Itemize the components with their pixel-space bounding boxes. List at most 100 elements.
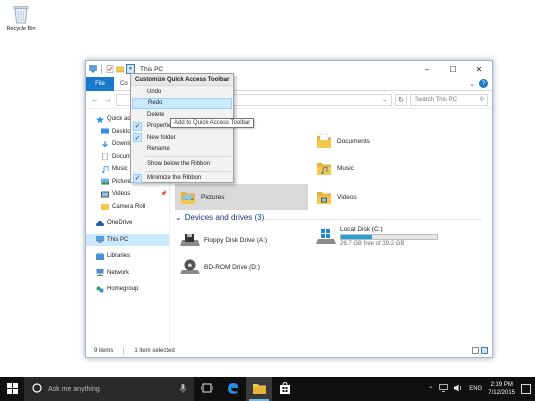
menu-item-label: Redo — [148, 100, 163, 107]
menu-item-label: Rename — [147, 146, 170, 153]
status-selected: 1 item selected — [134, 347, 175, 354]
desktop-icon — [101, 128, 109, 135]
recycle-bin-desktop-icon[interactable]: Recycle Bin — [4, 4, 38, 32]
download-arrow-icon — [101, 140, 109, 148]
cortana-circle-icon — [32, 383, 42, 395]
qat-menu-item-redo[interactable]: Redo — [132, 97, 232, 109]
forward-arrow-icon[interactable]: → — [103, 95, 113, 104]
nav-item-label: OneDrive — [107, 220, 133, 227]
tab-file[interactable]: File — [86, 76, 114, 91]
qat-menu-item-new-folder[interactable]: ✓ New folder — [131, 132, 233, 144]
taskbar-file-explorer-button[interactable] — [246, 377, 272, 401]
drive-label: Floppy Disk Drive (A:) — [204, 236, 268, 244]
taskbar: Ask me anything ⌃ ENG 2:19 PM 7/12/2015 — [0, 377, 535, 401]
action-center-icon[interactable] — [521, 384, 531, 394]
nav-item-camera-roll[interactable]: Camera Roll — [86, 201, 169, 214]
network-tray-icon[interactable] — [439, 384, 449, 394]
pin-icon: 📌 — [160, 191, 167, 198]
window-controls: – ☐ ✕ — [414, 61, 492, 77]
recycle-bin-icon — [12, 4, 30, 24]
refresh-button[interactable]: ↻ — [395, 93, 407, 106]
task-view-button[interactable] — [194, 377, 220, 401]
help-icon[interactable]: ? — [479, 79, 488, 88]
qat-menu-item-rename[interactable]: Rename — [131, 144, 233, 156]
computer-icon — [89, 65, 97, 73]
windows-drive-icon — [316, 228, 336, 245]
qat-menu-item-undo[interactable]: Undo — [131, 86, 233, 98]
computer-icon — [96, 236, 104, 243]
ribbon-right-controls: ⌄ ? — [469, 79, 488, 88]
properties-icon[interactable] — [106, 65, 114, 73]
drive-bd-rom[interactable]: BD BD-ROM Drive (D:) — [180, 259, 260, 275]
menu-separator — [145, 170, 231, 172]
start-button[interactable] — [0, 377, 24, 401]
nav-item-label: Network — [107, 269, 130, 276]
view-buttons — [472, 347, 488, 354]
system-tray: ⌃ ENG 2:19 PM 7/12/2015 — [428, 377, 535, 401]
menu-item-label: Delete — [147, 111, 165, 118]
minimize-button[interactable]: – — [414, 61, 440, 77]
bd-rom-drive-icon: BD — [180, 259, 200, 275]
folder-music[interactable]: Music — [312, 156, 442, 180]
homegroup-icon — [96, 286, 104, 293]
drive-floppy[interactable]: Floppy Disk Drive (A:) — [180, 232, 267, 248]
clock-time: 2:19 PM — [490, 382, 513, 388]
nav-item-libraries[interactable]: Libraries — [86, 250, 169, 263]
menu-item-label: Show below the Ribbon — [147, 160, 211, 167]
tiles-view-icon[interactable] — [481, 347, 488, 354]
edge-icon — [227, 382, 239, 396]
expand-ribbon-chevron-icon[interactable]: ⌄ — [469, 80, 475, 88]
volume-icon[interactable] — [454, 384, 463, 394]
folder-pictures[interactable]: Pictures — [175, 184, 308, 210]
devices-header-label: Devices and drives (3) — [184, 213, 265, 222]
documents-folder-icon — [317, 133, 331, 149]
nav-item-this-pc[interactable]: This PC — [86, 233, 169, 246]
qat-separator — [101, 64, 102, 74]
taskbar-edge-button[interactable] — [220, 377, 246, 401]
videos-folder-icon — [317, 189, 331, 205]
drive-local-c[interactable]: Local Disk (C:) 26.7 GB free of 39.2 GB — [316, 226, 438, 247]
qat-menu-item-show-below-ribbon[interactable]: Show below the Ribbon — [131, 158, 233, 170]
input-language[interactable]: ENG — [469, 386, 482, 392]
maximize-button[interactable]: ☐ — [440, 61, 466, 77]
folder-documents[interactable]: Documents — [312, 129, 442, 153]
picture-icon — [101, 178, 109, 185]
tooltip: Add to Quick Access Toolbar — [170, 118, 255, 128]
checkmark-icon: ✓ — [133, 121, 142, 131]
nav-item-homegroup[interactable]: Homegroup — [86, 283, 169, 296]
status-item-count: 9 items — [94, 347, 114, 354]
libraries-icon — [96, 252, 104, 260]
search-icon: ⚲ — [479, 97, 484, 103]
microphone-icon[interactable] — [180, 383, 186, 395]
back-arrow-icon[interactable]: ← — [90, 95, 100, 104]
nav-item-onedrive[interactable]: OneDrive — [86, 217, 169, 230]
nav-item-network[interactable]: Network — [86, 267, 169, 280]
taskbar-search-box[interactable]: Ask me anything — [24, 377, 194, 401]
nav-item-label: Videos — [112, 191, 131, 198]
new-folder-icon[interactable] — [116, 65, 124, 73]
show-hidden-icons-chevron-icon[interactable]: ⌃ — [428, 386, 433, 393]
drive-label: Local Disk (C:) — [340, 226, 383, 233]
close-button[interactable]: ✕ — [466, 61, 492, 77]
folder-label: Music — [337, 164, 354, 172]
search-box[interactable]: Search This PC ⚲ — [410, 93, 488, 106]
file-explorer-folder-icon — [252, 383, 266, 396]
checkmark-icon: ✓ — [133, 133, 142, 142]
qat-menu-item-minimize-ribbon[interactable]: ✓ Minimize the Ribbon — [131, 173, 233, 185]
store-bag-icon — [279, 381, 291, 396]
music-note-icon — [101, 165, 109, 173]
task-view-icon — [200, 383, 214, 395]
taskbar-search-placeholder: Ask me anything — [48, 385, 100, 393]
svg-text:BD: BD — [188, 264, 193, 268]
devices-group-header[interactable]: ⌄ Devices and drives (3) — [175, 213, 264, 222]
qat-menu-header: Customize Quick Access Toolbar — [131, 74, 233, 86]
music-folder-icon — [317, 160, 331, 176]
taskbar-store-button[interactable] — [272, 377, 298, 401]
star-icon — [96, 115, 104, 123]
folder-videos[interactable]: Videos — [312, 185, 442, 209]
clock[interactable]: 2:19 PM 7/12/2015 — [488, 381, 515, 397]
folder-icon — [101, 203, 109, 211]
nav-item-videos[interactable]: Videos 📌 — [86, 188, 169, 201]
details-view-icon[interactable] — [472, 347, 479, 354]
address-dropdown-chevron-icon[interactable]: ⌄ — [382, 96, 387, 103]
